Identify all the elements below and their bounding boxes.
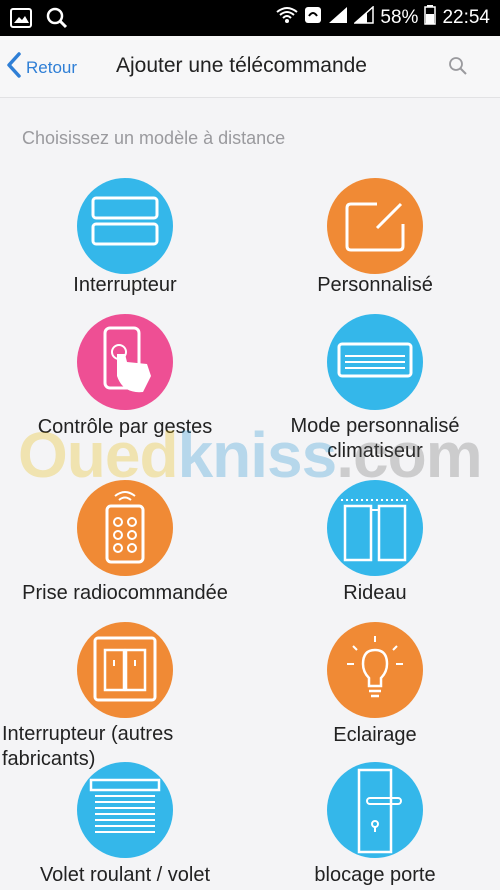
watermark-part-1: Oued (18, 419, 179, 491)
image-icon (10, 8, 32, 33)
watermark: Ouedkniss.com (18, 418, 483, 492)
light-bulb-icon (327, 622, 423, 718)
remote-control-icon (77, 480, 173, 576)
item-label: blocage porte (314, 864, 436, 886)
signal-icon (353, 5, 375, 30)
item-label: Prise radiocommandée (22, 582, 228, 604)
back-button[interactable]: Retour (6, 52, 77, 83)
air-conditioner-icon (327, 314, 423, 410)
remote-type-eclairage[interactable]: Eclairage (250, 622, 500, 752)
search-icon (46, 7, 68, 34)
remote-type-interrupteur[interactable]: Interrupteur (0, 178, 250, 308)
item-label: Eclairage (333, 724, 417, 746)
status-bar: 58% 22:54 (0, 0, 500, 36)
notification-icon (304, 6, 322, 30)
remote-type-rideau[interactable]: Rideau (250, 480, 500, 610)
page-title: Ajouter une télécommande (116, 54, 367, 77)
app-header: Retour Ajouter une télécommande (0, 36, 500, 98)
battery-icon (424, 5, 437, 31)
clock: 22:54 (442, 7, 490, 28)
remote-type-volet-roulant[interactable]: Volet roulant / volet (0, 762, 250, 890)
wall-switch-icon (77, 622, 173, 718)
edit-icon (327, 178, 423, 274)
watermark-part-3: .com (336, 419, 482, 491)
door-lock-icon (327, 762, 423, 858)
remote-type-prise-radiocommandee[interactable]: Prise radiocommandée (0, 480, 250, 610)
section-subtitle: Choisissez un modèle à distance (22, 128, 286, 148)
item-label: Rideau (343, 582, 407, 604)
phone-gesture-icon (77, 314, 173, 410)
curtain-icon (327, 480, 423, 576)
watermark-part-2: kniss (177, 419, 338, 491)
remote-type-interrupteur-autres[interactable]: Interrupteur (autres fabricants) (0, 622, 250, 772)
chevron-left-icon (6, 52, 22, 83)
remote-type-blocage-porte[interactable]: blocage porte (250, 762, 500, 890)
item-label: Volet roulant / volet (39, 864, 211, 886)
back-label: Retour (26, 57, 78, 77)
search-icon (448, 57, 468, 80)
item-label: Interrupteur (73, 274, 177, 296)
search-button[interactable] (448, 56, 468, 81)
signal-icon (328, 6, 348, 30)
remote-type-personnalise[interactable]: Personnalisé (250, 178, 500, 308)
roller-shutter-icon (77, 762, 173, 858)
wifi-icon (276, 6, 299, 30)
battery-percent: 58% (380, 7, 419, 28)
item-label: Personnalisé (317, 274, 433, 296)
switch-icon (77, 178, 173, 274)
